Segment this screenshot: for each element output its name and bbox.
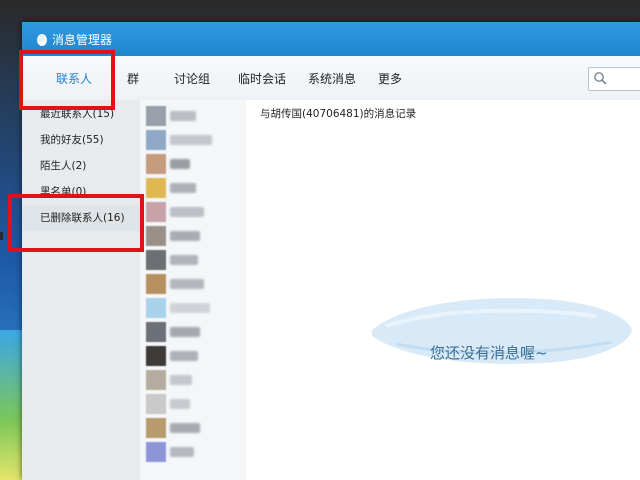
list-item[interactable] xyxy=(146,104,242,128)
sidebar-item-my-friends[interactable]: 我的好友(55) xyxy=(22,127,140,153)
message-manager-window: 消息管理器 联系人 群 讨论组 临时会话 系统消息 更多 最近联系人(15) 我… xyxy=(22,22,640,480)
list-item[interactable] xyxy=(146,176,242,200)
tab-groups[interactable]: 群 xyxy=(127,70,139,87)
avatar xyxy=(146,202,166,222)
blurred-name xyxy=(170,327,200,337)
blurred-name xyxy=(170,279,204,289)
blurred-name xyxy=(170,375,192,385)
list-item[interactable] xyxy=(146,200,242,224)
avatar xyxy=(146,250,166,270)
tab-temporary-sessions[interactable]: 临时会话 xyxy=(238,70,286,87)
tab-contacts[interactable]: 联系人 xyxy=(56,70,92,87)
avatar xyxy=(146,418,166,438)
window-title: 消息管理器 xyxy=(52,33,113,47)
avatar xyxy=(146,370,166,390)
sidebar-item-label: 陌生人(2) xyxy=(40,160,87,172)
blurred-name xyxy=(170,351,198,361)
sidebar-item-label: 已删除联系人(16) xyxy=(40,212,125,224)
avatar xyxy=(146,178,166,198)
avatar xyxy=(146,322,166,342)
avatar xyxy=(146,106,166,126)
sidebar-item-label: 黑名单(0) xyxy=(40,186,87,198)
sidebar-item-blacklist[interactable]: 黑名单(0) xyxy=(22,179,140,205)
tab-more[interactable]: 更多 xyxy=(378,70,402,87)
list-item[interactable] xyxy=(146,416,242,440)
list-item[interactable] xyxy=(146,344,242,368)
qq-penguin-icon xyxy=(37,34,47,46)
blurred-name xyxy=(170,159,190,169)
sidebar-item-label: 我的好友(55) xyxy=(40,134,104,146)
list-item[interactable] xyxy=(146,368,242,392)
list-item[interactable] xyxy=(146,248,242,272)
blurred-name xyxy=(170,231,200,241)
tab-discussion-groups[interactable]: 讨论组 xyxy=(174,70,210,87)
sidebar-item-recent-contacts[interactable]: 最近联系人(15) xyxy=(22,101,140,127)
blurred-name xyxy=(170,135,212,145)
list-item[interactable] xyxy=(146,440,242,464)
avatar xyxy=(146,394,166,414)
avatar xyxy=(146,226,166,246)
list-item[interactable] xyxy=(146,392,242,416)
sidebar-item-strangers[interactable]: 陌生人(2) xyxy=(22,153,140,179)
category-toolbar: 联系人 群 讨论组 临时会话 系统消息 更多 xyxy=(22,56,640,101)
list-item[interactable] xyxy=(146,224,242,248)
blurred-name xyxy=(170,447,194,457)
list-item[interactable] xyxy=(146,128,242,152)
contact-category-sidebar: 最近联系人(15) 我的好友(55) 陌生人(2) 黑名单(0) 已删除联系人(… xyxy=(22,100,141,480)
avatar xyxy=(146,442,166,462)
blurred-name xyxy=(170,255,198,265)
contact-list xyxy=(140,100,247,480)
list-item[interactable] xyxy=(146,152,242,176)
blurred-name xyxy=(170,399,190,409)
empty-state-text: 您还没有消息喔~ xyxy=(430,344,548,362)
blurred-name xyxy=(170,111,196,121)
avatar xyxy=(146,298,166,318)
cursor-fragment xyxy=(0,232,3,240)
avatar xyxy=(146,130,166,150)
sidebar-item-label: 最近联系人(15) xyxy=(40,108,115,120)
blurred-name xyxy=(170,183,196,193)
message-record-title: 与胡传国(40706481)的消息记录 xyxy=(260,108,417,120)
search-icon[interactable] xyxy=(593,71,607,85)
search-input[interactable] xyxy=(588,67,640,91)
list-item[interactable] xyxy=(146,296,242,320)
sidebar-item-deleted-contacts[interactable]: 已删除联系人(16) xyxy=(22,205,140,231)
list-item[interactable] xyxy=(146,320,242,344)
title-bar[interactable]: 消息管理器 xyxy=(22,22,640,56)
list-item[interactable] xyxy=(146,272,242,296)
blurred-name xyxy=(170,303,210,313)
blurred-name xyxy=(170,423,200,433)
tab-system-messages[interactable]: 系统消息 xyxy=(308,70,356,87)
avatar xyxy=(146,346,166,366)
avatar xyxy=(146,274,166,294)
avatar xyxy=(146,154,166,174)
blurred-name xyxy=(170,207,204,217)
message-record-panel: 与胡传国(40706481)的消息记录 您还没有消息喔~ xyxy=(246,100,640,480)
